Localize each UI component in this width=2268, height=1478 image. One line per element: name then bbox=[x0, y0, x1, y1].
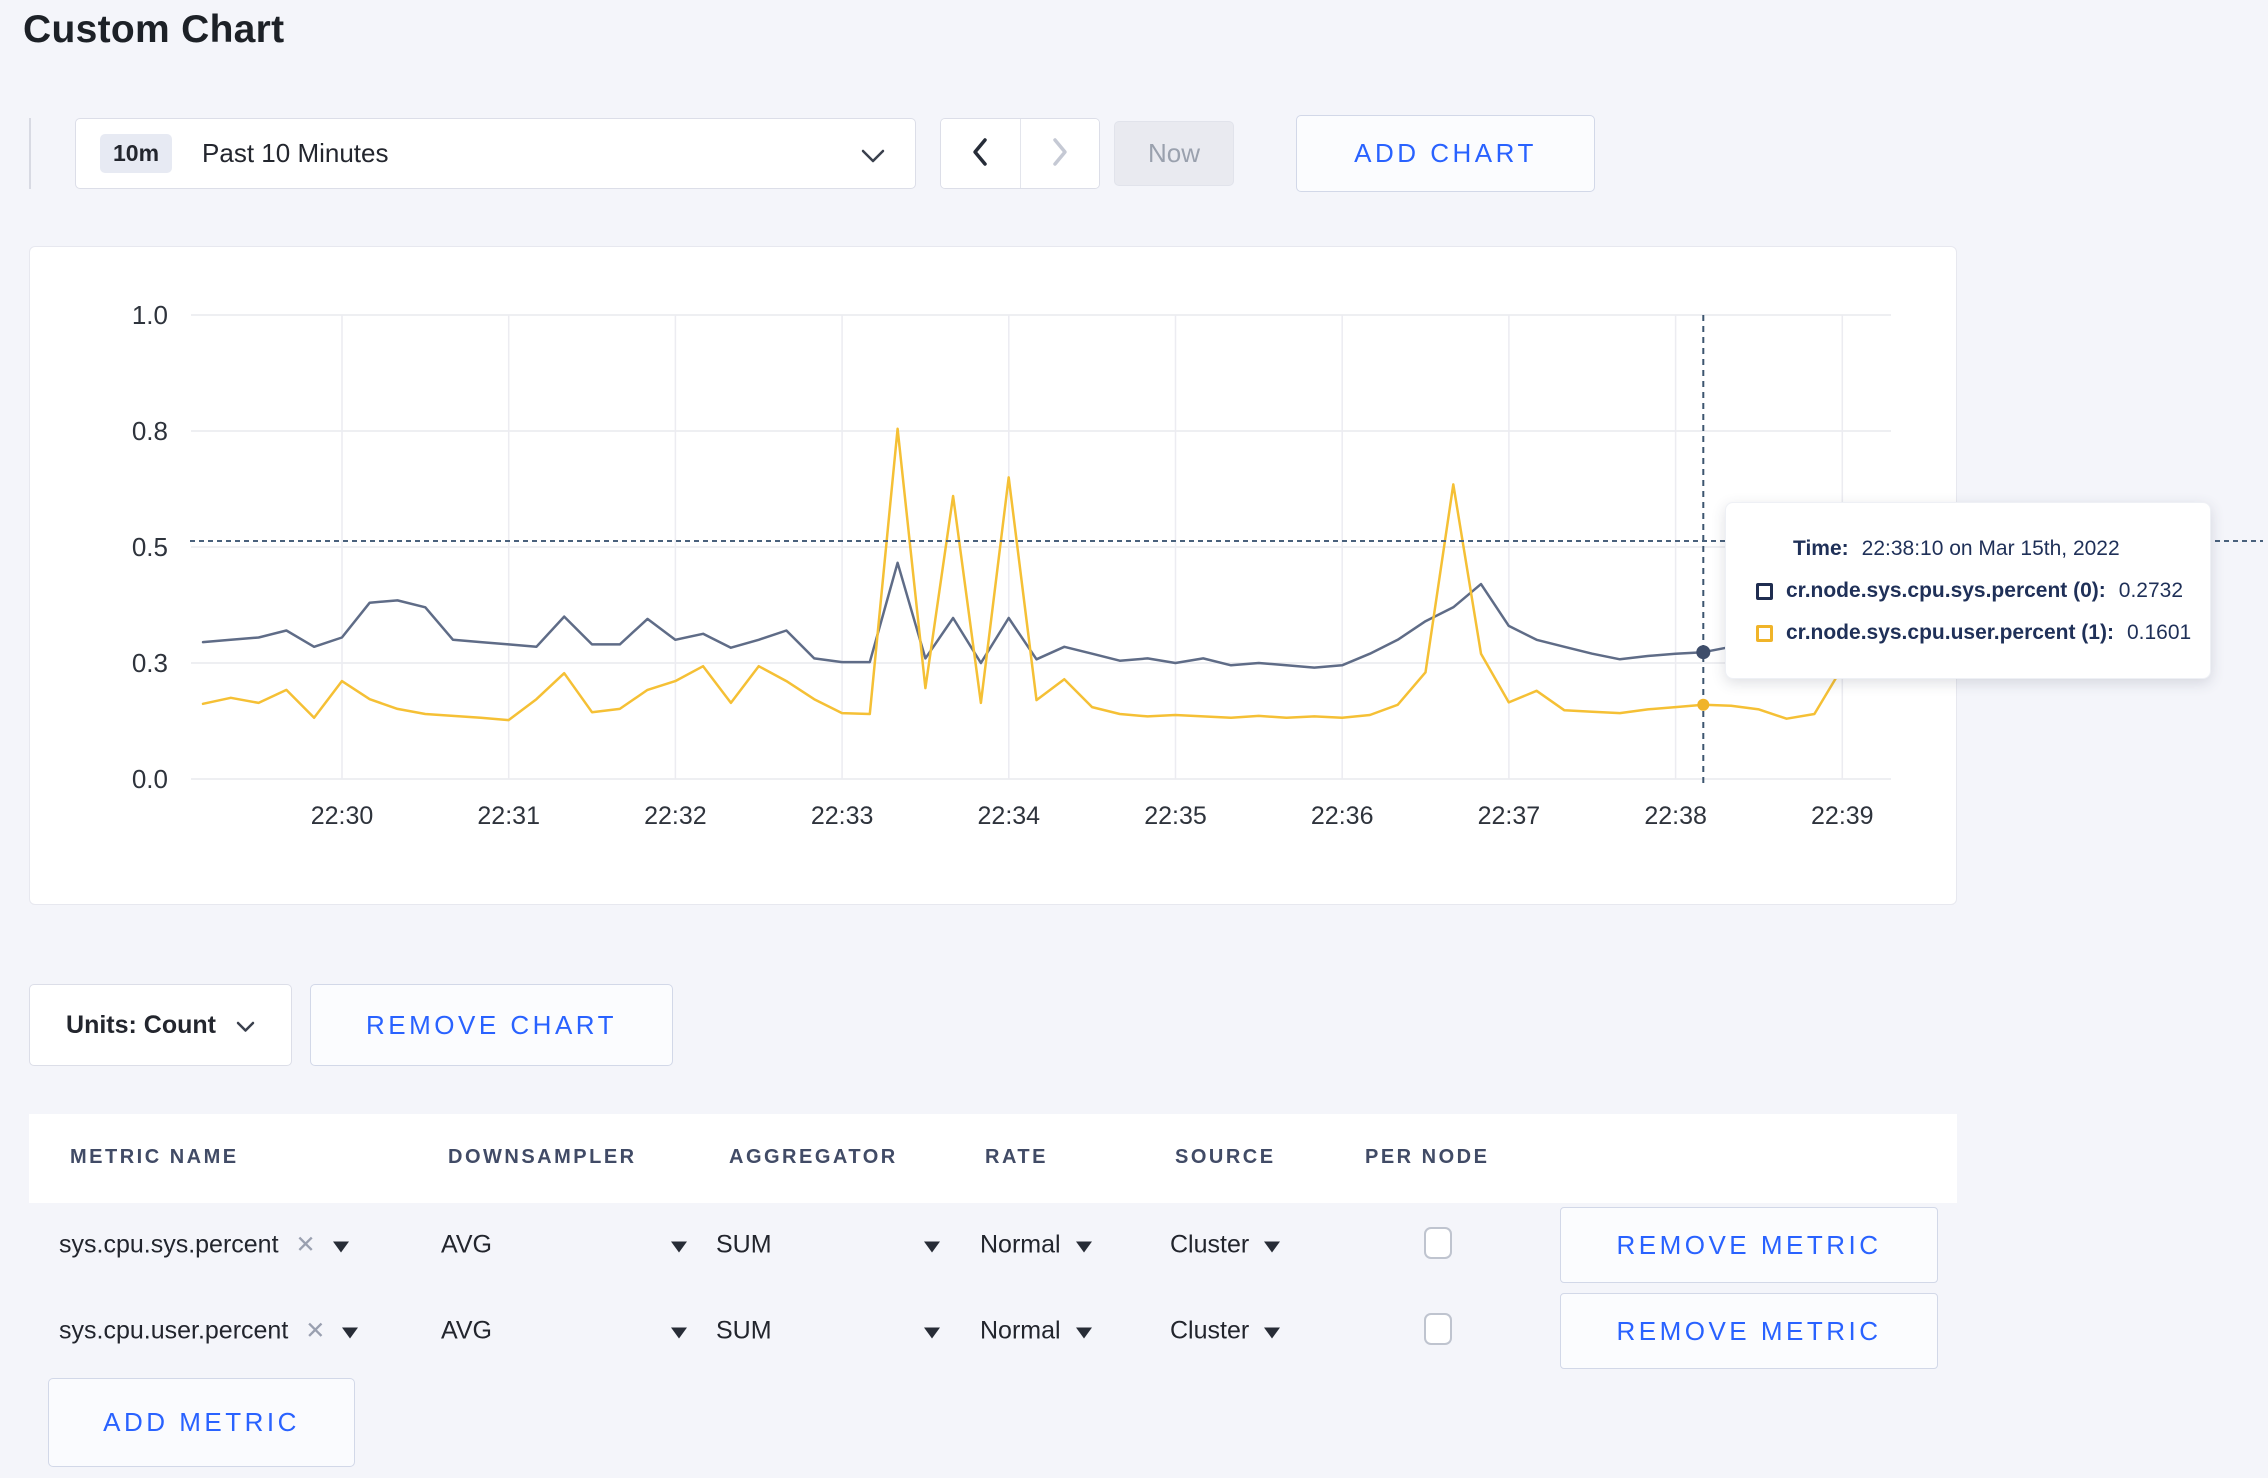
metric-name-select[interactable]: sys.cpu.user.percent ✕ bbox=[59, 1316, 359, 1346]
metric-row-user: sys.cpu.user.percent ✕ AVG SUM Normal Cl… bbox=[29, 1293, 1957, 1369]
caret-down-icon bbox=[332, 1241, 349, 1253]
chart-tooltip: Time: 22:38:10 on Mar 15th, 2022 cr.node… bbox=[1725, 502, 2211, 679]
column-header-source: SOURCE bbox=[1175, 1146, 1276, 1168]
tooltip-time-row: Time: 22:38:10 on Mar 15th, 2022 bbox=[1793, 528, 2210, 570]
caret-down-icon bbox=[924, 1327, 940, 1339]
caret-down-icon bbox=[1075, 1241, 1092, 1253]
caret-down-icon bbox=[1264, 1241, 1281, 1253]
caret-down-icon bbox=[342, 1327, 359, 1339]
column-header-downsampler: DOWNSAMPLER bbox=[448, 1146, 637, 1168]
svg-text:0.3: 0.3 bbox=[132, 648, 168, 678]
svg-text:22:31: 22:31 bbox=[477, 802, 540, 830]
aggregator-value: SUM bbox=[716, 1230, 772, 1259]
tooltip-series-row: cr.node.sys.cpu.user.percent (1): 0.1601 bbox=[1756, 612, 2210, 654]
metric-row-sys: sys.cpu.sys.percent ✕ AVG SUM Normal Clu… bbox=[29, 1207, 1957, 1283]
aggregator-select[interactable]: SUM bbox=[716, 1317, 940, 1346]
svg-text:0.0: 0.0 bbox=[132, 764, 168, 794]
chevron-right-icon bbox=[1050, 136, 1070, 171]
downsampler-select[interactable]: AVG bbox=[441, 1317, 687, 1346]
per-node-checkbox[interactable] bbox=[1424, 1313, 1452, 1345]
downsampler-select[interactable]: AVG bbox=[441, 1231, 687, 1260]
clear-metric-icon[interactable]: ✕ bbox=[296, 1231, 316, 1260]
chevron-down-icon bbox=[236, 1011, 255, 1040]
add-chart-button[interactable]: ADD CHART bbox=[1296, 115, 1595, 192]
timescale-dropdown[interactable]: 10m Past 10 Minutes bbox=[75, 118, 916, 189]
chevron-down-icon bbox=[861, 149, 885, 169]
time-range-nav bbox=[940, 118, 1100, 189]
tooltip-time-value: 22:38:10 on Mar 15th, 2022 bbox=[1861, 537, 2120, 560]
rate-select[interactable]: Normal bbox=[980, 1317, 1092, 1346]
source-select[interactable]: Cluster bbox=[1170, 1316, 1281, 1346]
tooltip-user-name: cr.node.sys.cpu.user.percent (1): bbox=[1786, 621, 2114, 644]
column-header-per-node: PER NODE bbox=[1365, 1146, 1490, 1168]
metric-name-value: sys.cpu.sys.percent bbox=[59, 1230, 279, 1259]
rate-value: Normal bbox=[980, 1230, 1061, 1259]
sys-series-swatch-icon bbox=[1756, 582, 1773, 600]
remove-metric-button[interactable]: REMOVE METRIC bbox=[1560, 1293, 1938, 1369]
downsampler-value: AVG bbox=[441, 1230, 492, 1259]
metric-name-select[interactable]: sys.cpu.sys.percent ✕ bbox=[59, 1231, 349, 1260]
tooltip-sys-name: cr.node.sys.cpu.sys.percent (0): bbox=[1786, 579, 2106, 602]
source-select[interactable]: Cluster bbox=[1170, 1230, 1281, 1260]
tooltip-sys-value: 0.2732 bbox=[2118, 579, 2184, 602]
clear-metric-icon[interactable]: ✕ bbox=[305, 1317, 325, 1346]
column-header-rate: RATE bbox=[985, 1146, 1048, 1168]
rate-value: Normal bbox=[980, 1316, 1061, 1345]
svg-text:22:35: 22:35 bbox=[1144, 802, 1207, 830]
svg-text:22:33: 22:33 bbox=[811, 802, 874, 830]
per-node-checkbox[interactable] bbox=[1424, 1227, 1452, 1259]
next-range-button[interactable] bbox=[1019, 119, 1099, 188]
remove-chart-button[interactable]: REMOVE CHART bbox=[310, 984, 673, 1066]
metric-name-value: sys.cpu.user.percent bbox=[59, 1316, 289, 1345]
column-header-metric-name: METRIC NAME bbox=[70, 1146, 239, 1168]
source-value: Cluster bbox=[1170, 1230, 1250, 1259]
units-label: Units: Count bbox=[66, 1010, 216, 1039]
svg-text:22:32: 22:32 bbox=[644, 802, 707, 830]
remove-metric-button[interactable]: REMOVE METRIC bbox=[1560, 1207, 1938, 1283]
aggregator-select[interactable]: SUM bbox=[716, 1231, 940, 1260]
svg-text:0.8: 0.8 bbox=[132, 416, 168, 446]
prev-range-button[interactable] bbox=[941, 119, 1020, 188]
now-button[interactable]: Now bbox=[1114, 121, 1234, 186]
custom-chart-page: Custom Chart 10m Past 10 Minutes Now ADD… bbox=[0, 0, 2268, 1478]
caret-down-icon bbox=[1075, 1327, 1092, 1339]
caret-down-icon bbox=[671, 1327, 687, 1339]
timescale-badge: 10m bbox=[100, 134, 173, 173]
timeseries-plot[interactable]: 0.0 0.3 0.5 0.8 1.0 22:30 22:31 22:32 22:33 22:34… bbox=[30, 247, 1958, 906]
svg-text:22:39: 22:39 bbox=[1811, 802, 1874, 830]
downsampler-value: AVG bbox=[441, 1316, 492, 1345]
tooltip-series-row: cr.node.sys.cpu.sys.percent (0): 0.2732 bbox=[1756, 570, 2210, 612]
caret-down-icon bbox=[1264, 1327, 1281, 1339]
add-metric-button[interactable]: ADD METRIC bbox=[48, 1378, 355, 1467]
tooltip-time-label: Time: bbox=[1793, 537, 1849, 560]
user-series-swatch-icon bbox=[1756, 624, 1773, 642]
svg-text:22:38: 22:38 bbox=[1644, 802, 1707, 830]
chevron-left-icon bbox=[970, 136, 990, 171]
caret-down-icon bbox=[924, 1241, 940, 1253]
source-value: Cluster bbox=[1170, 1316, 1250, 1345]
svg-text:1.0: 1.0 bbox=[132, 300, 168, 330]
tooltip-user-value: 0.1601 bbox=[2126, 621, 2192, 644]
page-title: Custom Chart bbox=[23, 8, 285, 51]
column-header-aggregator: AGGREGATOR bbox=[729, 1146, 898, 1168]
metrics-table-header: METRIC NAME DOWNSAMPLER AGGREGATOR RATE … bbox=[29, 1114, 1957, 1203]
svg-text:22:30: 22:30 bbox=[311, 802, 374, 830]
toolbar-divider bbox=[29, 118, 31, 189]
chart-card: 0.0 0.3 0.5 0.8 1.0 22:30 22:31 22:32 22:33 22:34… bbox=[29, 246, 1957, 905]
svg-text:22:37: 22:37 bbox=[1478, 802, 1541, 830]
aggregator-value: SUM bbox=[716, 1316, 772, 1345]
caret-down-icon bbox=[671, 1241, 687, 1253]
svg-text:22:34: 22:34 bbox=[978, 802, 1041, 830]
svg-text:22:36: 22:36 bbox=[1311, 802, 1374, 830]
svg-text:0.5: 0.5 bbox=[132, 532, 168, 562]
timescale-label: Past 10 Minutes bbox=[202, 138, 389, 168]
units-dropdown[interactable]: Units: Count bbox=[29, 984, 292, 1066]
rate-select[interactable]: Normal bbox=[980, 1231, 1092, 1260]
